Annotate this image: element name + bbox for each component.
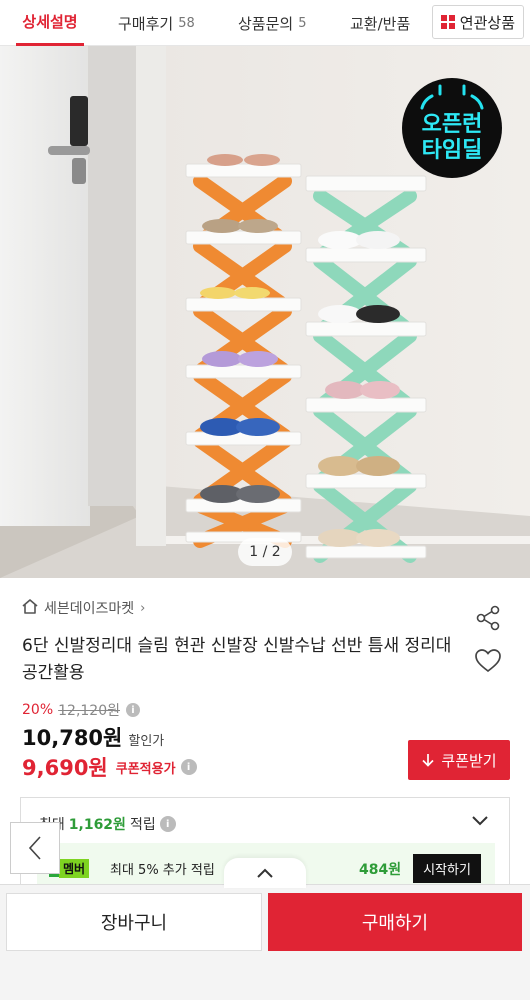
tab-detail[interactable]: 상세설명 [16, 0, 84, 46]
tab-review-count: 58 [178, 15, 195, 31]
chevron-right-icon: › [140, 600, 146, 616]
bottom-action-bar: 장바구니 구매하기 [0, 884, 530, 1000]
points-info-icon[interactable]: i [159, 816, 176, 832]
store-name: 세븐데이즈마켓 [44, 601, 135, 617]
member-badge-label: 멤버 [59, 859, 90, 878]
tab-review[interactable]: 구매후기 58 [118, 0, 195, 46]
image-counter: 1 / 2 [238, 538, 292, 566]
badge-line1: 오픈런 [422, 112, 483, 137]
share-icon[interactable] [474, 604, 502, 636]
member-benefit-text: 최대 5% 추가 적립 [110, 863, 215, 878]
product-photo-illustration: 오픈런 타임딜 [0, 46, 530, 578]
related-products-button[interactable]: 연관상품 [431, 5, 524, 39]
product-image[interactable]: 오픈런 타임딜 [0, 46, 530, 578]
tab-exchange-label: 교환/반품 [350, 14, 411, 33]
tab-bar: 상세설명 구매후기 58 상품문의 5 교환/반품 연관상품 [0, 0, 530, 46]
back-button[interactable] [10, 822, 60, 874]
discount-percent: 20% [22, 702, 54, 718]
start-membership-button[interactable]: 시작하기 [413, 854, 481, 883]
tab-detail-label: 상세설명 [22, 13, 78, 31]
tab-qna[interactable]: 상품문의 5 [238, 0, 306, 46]
tab-exchange[interactable]: 교환/반품 [350, 0, 410, 46]
sale-price-line: 10,780원 할인가 [22, 722, 164, 752]
coupon-price-line: 9,690원 쿠폰적용가 i [22, 752, 197, 782]
coupon-info-icon[interactable]: i [180, 759, 197, 775]
tab-qna-count: 5 [298, 15, 307, 31]
member-points-amount: 484원 [359, 862, 402, 878]
chevron-left-icon [28, 836, 41, 860]
points-suffix: 적립 [129, 817, 156, 833]
buy-now-button[interactable]: 구매하기 [268, 893, 522, 951]
discount-line: 20% 12,120원 i [22, 700, 140, 720]
info-icon[interactable]: i [126, 703, 140, 717]
tab-review-label: 구매후기 [118, 14, 174, 33]
related-products-label: 연관상품 [459, 13, 515, 32]
chevron-up-icon [257, 868, 273, 878]
tab-qna-label: 상품문의 [238, 14, 294, 33]
timedeal-badge: 오픈런 타임딜 [402, 78, 502, 178]
coupon-download-button[interactable]: 쿠폰받기 [408, 740, 510, 780]
sale-label: 할인가 [128, 734, 165, 749]
sale-price: 10,780원 [22, 726, 123, 750]
chevron-down-icon[interactable] [471, 812, 489, 831]
coupon-button-label: 쿠폰받기 [441, 752, 497, 770]
store-link[interactable]: 세븐데이즈마켓 › [22, 598, 145, 618]
add-to-cart-button[interactable]: 장바구니 [6, 893, 262, 951]
coupon-price: 9,690원 [22, 756, 108, 780]
original-price: 12,120원 [58, 703, 120, 719]
product-page: 상세설명 구매후기 58 상품문의 5 교환/반품 연관상품 오픈런 타임딜 1… [0, 0, 530, 1000]
home-icon [22, 598, 38, 618]
badge-line2: 타임딜 [422, 138, 483, 163]
expand-toggle[interactable] [224, 858, 306, 888]
heart-icon[interactable] [474, 648, 502, 678]
download-icon [421, 753, 435, 768]
points-amount: 1,162원 [68, 817, 126, 833]
product-title: 6단 신발정리대 슬림 현관 신발장 신발수납 선반 틈새 정리대 공간활용 [22, 636, 452, 683]
coupon-label: 쿠폰적용가 [115, 761, 176, 777]
grid-icon [440, 15, 455, 29]
